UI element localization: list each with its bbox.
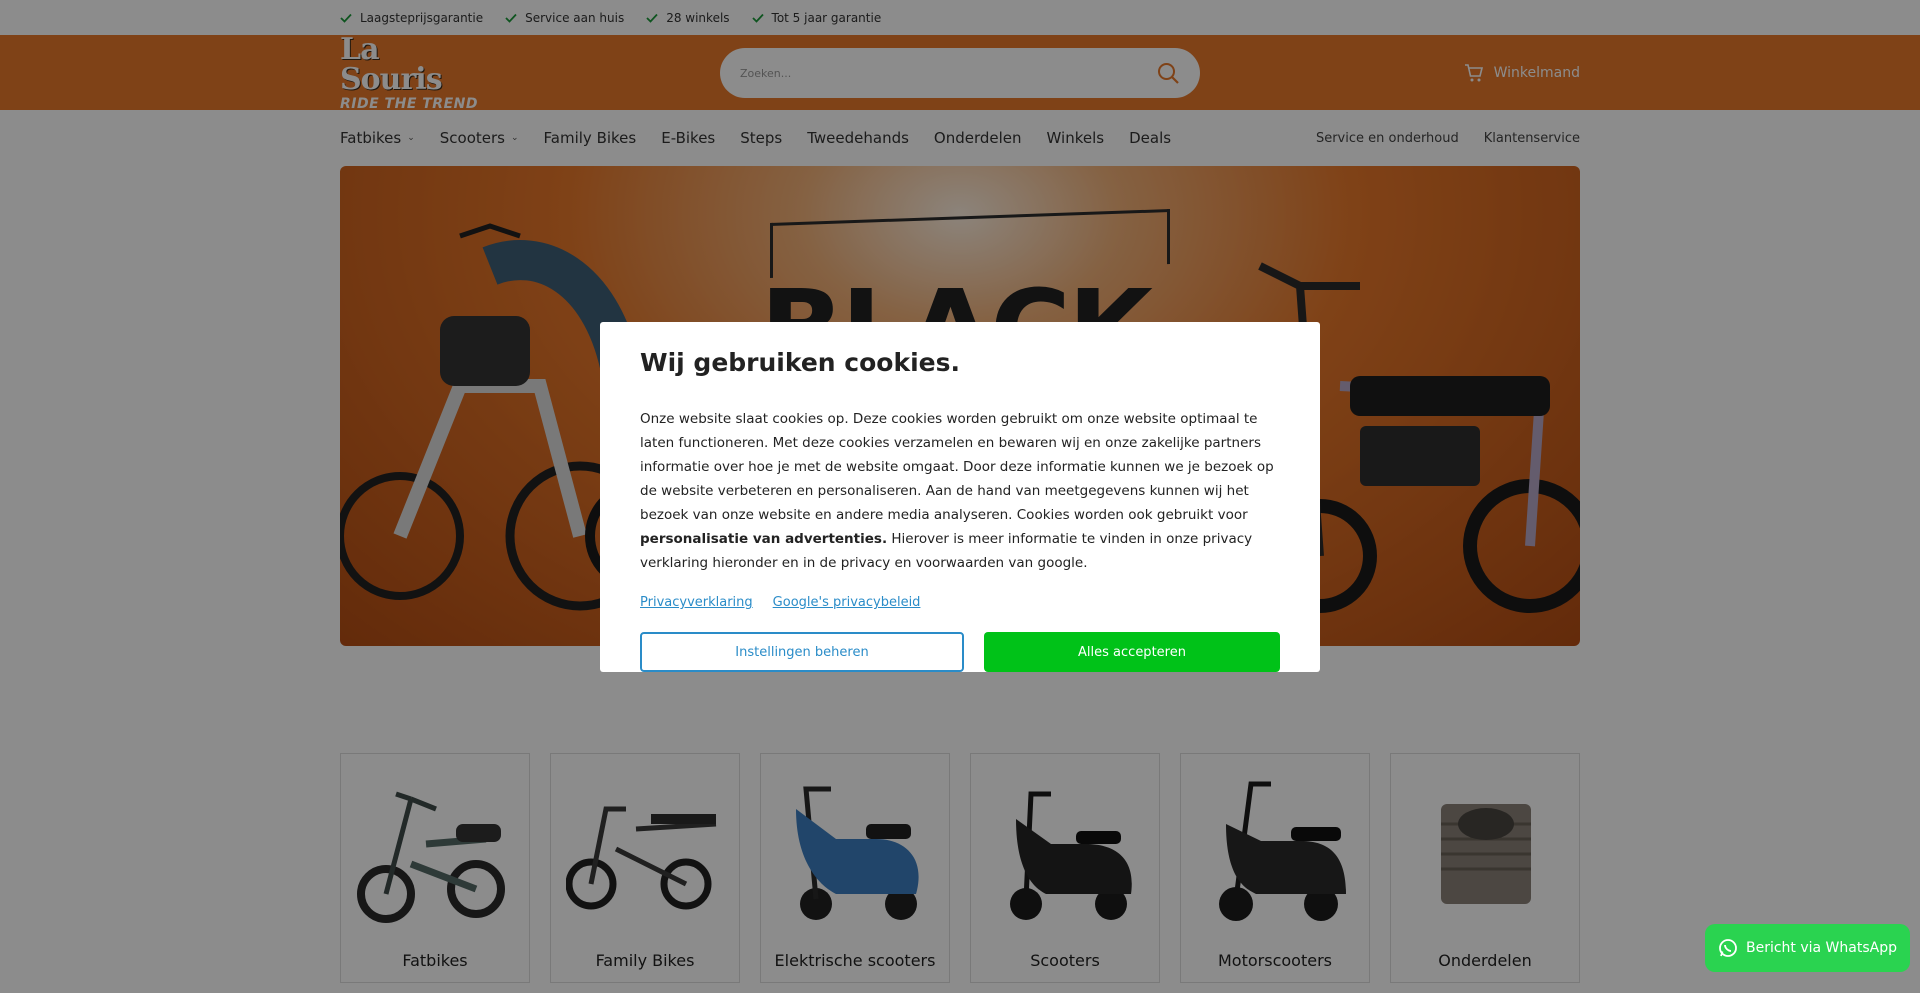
cookie-title: Wij gebruiken cookies. <box>640 348 960 377</box>
cookie-text-part: Onze website slaat cookies op. Deze cook… <box>640 411 1274 523</box>
cookie-text-bold: personalisatie van advertenties. <box>640 531 888 547</box>
manage-settings-button[interactable]: Instellingen beheren <box>640 632 964 672</box>
whatsapp-chat-button[interactable]: Bericht via WhatsApp <box>1705 924 1910 972</box>
whatsapp-label: Bericht via WhatsApp <box>1745 940 1897 956</box>
privacy-statement-link[interactable]: Privacyverklaring <box>640 595 753 610</box>
cookie-consent-dialog: Wij gebruiken cookies. Onze website slaa… <box>600 322 1320 672</box>
accept-all-button[interactable]: Alles accepteren <box>984 632 1280 672</box>
cookie-actions: Instellingen beheren Alles accepteren <box>640 632 1280 672</box>
cookie-links: Privacyverklaring Google's privacybeleid <box>640 595 1280 610</box>
cookie-description: Onze website slaat cookies op. Deze cook… <box>640 407 1280 575</box>
google-privacy-link[interactable]: Google's privacybeleid <box>773 595 921 610</box>
whatsapp-icon <box>1719 939 1737 957</box>
